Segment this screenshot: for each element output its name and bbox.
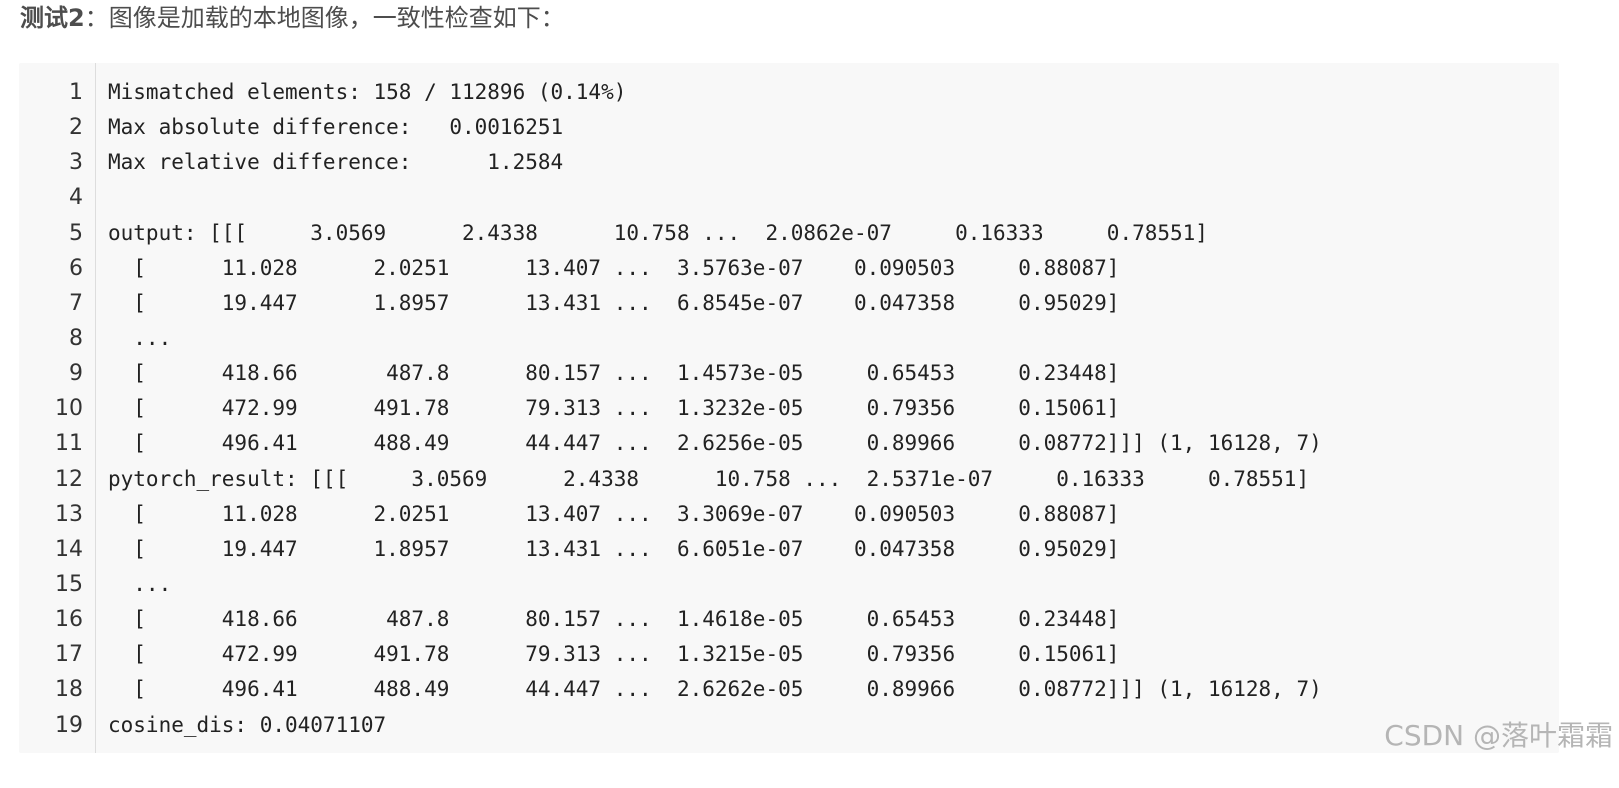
code-line: output: [[[ 3.0569 2.4338 10.758 ... 2.0…: [108, 221, 1208, 245]
line-number: 11: [55, 431, 83, 456]
line-number: 3: [69, 150, 83, 175]
code-line: ...: [108, 326, 172, 350]
section-heading: 测试2：图像是加载的本地图像，一致性检查如下：: [20, 2, 565, 34]
line-number: 18: [55, 677, 83, 702]
code-line: [ 11.028 2.0251 13.407 ... 3.3069e-07 0.…: [108, 502, 1120, 526]
line-number: 12: [55, 467, 83, 492]
code-line: [ 496.41 488.49 44.447 ... 2.6256e-05 0.…: [108, 431, 1322, 455]
line-number: 14: [55, 537, 83, 562]
code-line: Max relative difference: 1.2584: [108, 150, 564, 174]
code-line: pytorch_result: [[[ 3.0569 2.4338 10.758…: [108, 467, 1310, 491]
code-line: [ 19.447 1.8957 13.431 ... 6.6051e-07 0.…: [108, 537, 1120, 561]
line-number: 13: [55, 502, 83, 527]
heading-text: ：图像是加载的本地图像，一致性检查如下：: [84, 4, 565, 32]
line-number: 8: [69, 326, 83, 351]
code-line: ...: [108, 572, 172, 596]
line-number: 17: [55, 642, 83, 667]
line-number: 1: [69, 80, 83, 105]
code-line: [ 418.66 487.8 80.157 ... 1.4618e-05 0.6…: [108, 607, 1120, 631]
watermark: CSDN @落叶霜霜: [1384, 719, 1613, 752]
code-line: [ 11.028 2.0251 13.407 ... 3.5763e-07 0.…: [108, 256, 1120, 280]
heading-bold-label: 测试2: [20, 4, 85, 32]
code-line: [ 418.66 487.8 80.157 ... 1.4573e-05 0.6…: [108, 361, 1120, 385]
line-number: 5: [69, 221, 83, 246]
line-number: 7: [69, 291, 83, 316]
code-line: [ 19.447 1.8957 13.431 ... 6.8545e-07 0.…: [108, 291, 1120, 315]
code-line: [ 472.99 491.78 79.313 ... 1.3215e-05 0.…: [108, 642, 1120, 666]
line-number: 4: [69, 185, 83, 210]
line-number: 6: [69, 256, 83, 281]
line-number: 15: [55, 572, 83, 597]
page: 测试2：图像是加载的本地图像，一致性检查如下： 1 2 3 4 5 6 7 8 …: [0, 0, 1619, 788]
line-number-gutter: 1 2 3 4 5 6 7 8 9 10 11 12 13 14 15 16 1…: [19, 63, 96, 753]
code-line: [ 496.41 488.49 44.447 ... 2.6262e-05 0.…: [108, 677, 1322, 701]
line-number: 19: [55, 713, 83, 738]
code-block[interactable]: 1 2 3 4 5 6 7 8 9 10 11 12 13 14 15 16 1…: [19, 63, 1559, 753]
line-number: 10: [55, 396, 83, 421]
code-line: cosine_dis: 0.04071107: [108, 713, 387, 737]
line-number: 9: [69, 361, 83, 386]
code-line: Max absolute difference: 0.0016251: [108, 115, 564, 139]
code-line: Mismatched elements: 158 / 112896 (0.14%…: [108, 80, 627, 104]
line-number: 2: [69, 115, 83, 140]
code-line: [ 472.99 491.78 79.313 ... 1.3232e-05 0.…: [108, 396, 1120, 420]
line-number: 16: [55, 607, 83, 632]
